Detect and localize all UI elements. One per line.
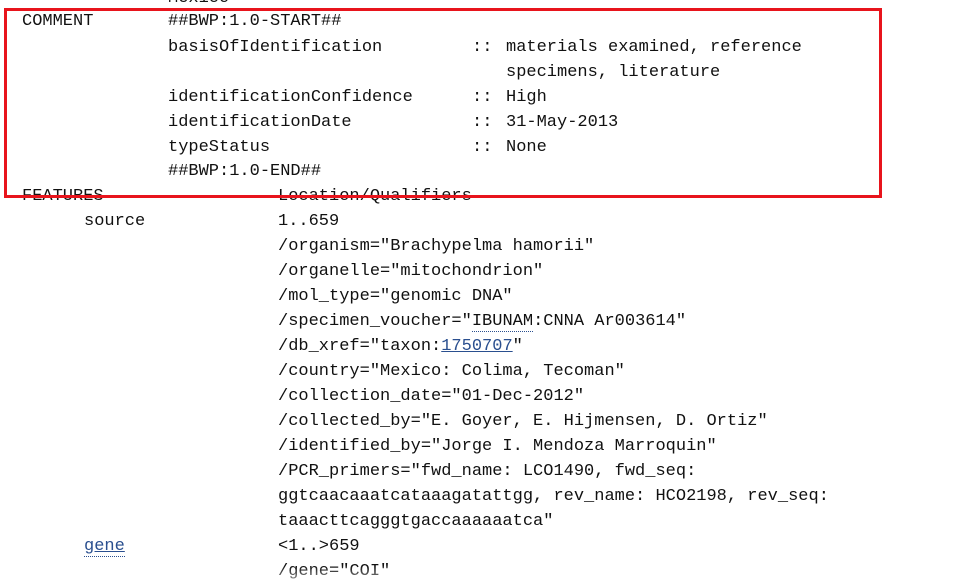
- type-separator: ::: [472, 138, 493, 157]
- taxon-id-link[interactable]: 1750707: [441, 337, 512, 356]
- pcr-primers-line-1: /PCR_primers="fwd_name: LCO1490, fwd_seq…: [278, 462, 697, 481]
- gene-qualifier: /gene="COI": [278, 562, 391, 581]
- identification-date-key: identificationDate: [168, 113, 352, 132]
- highlight-box: [4, 8, 882, 198]
- db-xref-prefix: /db_xref="taxon:: [278, 337, 442, 356]
- bwp-start: ##BWP:1.0-START##: [168, 12, 342, 31]
- bottom-fade: [0, 566, 961, 582]
- comment-key: COMMENT: [22, 12, 94, 31]
- gene-location: <1..>659: [278, 537, 360, 556]
- source-location: 1..659: [278, 212, 340, 231]
- type-status-key: typeStatus: [168, 138, 271, 157]
- type-status-value: None: [506, 138, 547, 157]
- db-xref-suffix: ": [512, 337, 523, 356]
- partial-line-top: Mexico: [168, 0, 229, 9]
- mol-type-qualifier: /mol_type="genomic DNA": [278, 287, 513, 306]
- bwp-end: ##BWP:1.0-END##: [168, 162, 322, 181]
- gene-feature-link-wrap: gene: [84, 537, 125, 557]
- collection-date-qualifier: /collection_date="01-Dec-2012": [278, 387, 585, 406]
- basis-value-line-1: materials examined, reference: [506, 38, 802, 57]
- confidence-separator: ::: [472, 88, 493, 107]
- source-feature-key: source: [84, 212, 146, 231]
- collected-by-qualifier: /collected_by="E. Goyer, E. Hijmensen, D…: [278, 412, 768, 431]
- specimen-voucher-qualifier: /specimen_voucher="IBUNAM:CNNA Ar003614": [278, 312, 686, 332]
- organism-qualifier: /organism="Brachypelma hamorii": [278, 237, 595, 256]
- ibunam-abbreviation[interactable]: IBUNAM: [471, 312, 534, 332]
- date-value: 31-May-2013: [506, 113, 619, 132]
- db-xref-qualifier: /db_xref="taxon:1750707": [278, 337, 523, 357]
- features-key: FEATURES: [22, 187, 104, 206]
- basis-of-identification-key: basisOfIdentification: [168, 38, 383, 57]
- country-qualifier: /country="Mexico: Colima, Tecoman": [278, 362, 625, 381]
- date-separator: ::: [472, 113, 493, 132]
- pcr-primers-line-2: ggtcaacaaatcataaagatattgg, rev_name: HCO…: [278, 487, 829, 506]
- basis-separator: ::: [472, 38, 493, 57]
- identification-confidence-key: identificationConfidence: [168, 88, 413, 107]
- basis-value-line-2: specimens, literature: [506, 63, 721, 82]
- confidence-value: High: [506, 88, 547, 107]
- gene-feature-link[interactable]: gene: [84, 537, 125, 557]
- features-header: Location/Qualifiers: [278, 187, 472, 206]
- pcr-primers-line-3: taaacttcagggtgaccaaaaaatca": [278, 512, 554, 531]
- voucher-prefix: /specimen_voucher=": [278, 312, 472, 331]
- voucher-suffix: :CNNA Ar003614": [533, 312, 687, 331]
- identified-by-qualifier: /identified_by="Jorge I. Mendoza Marroqu…: [278, 437, 717, 456]
- organelle-qualifier: /organelle="mitochondrion": [278, 262, 544, 281]
